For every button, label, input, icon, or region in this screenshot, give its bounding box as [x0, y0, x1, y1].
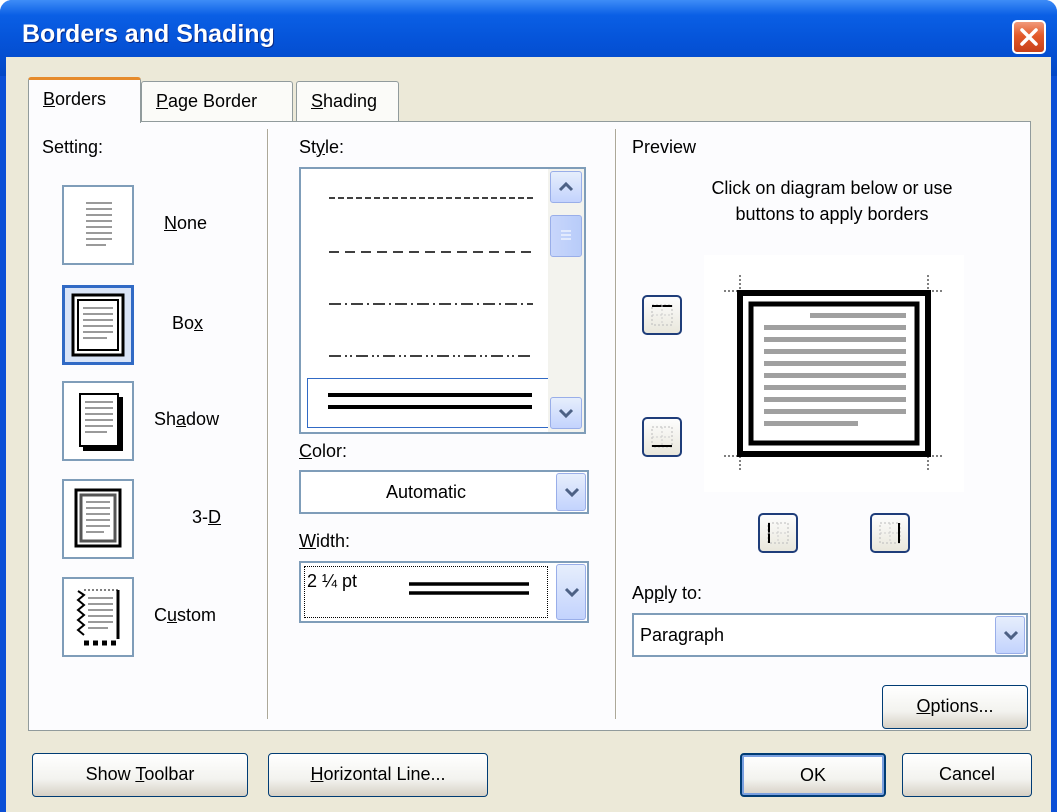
options-button[interactable]: Options... — [882, 685, 1028, 729]
border-top-icon — [651, 304, 673, 326]
ok-button[interactable]: OK — [740, 753, 886, 797]
close-icon — [1020, 28, 1038, 46]
horizontal-line-button[interactable]: Horizontal Line... — [268, 753, 488, 797]
setting-none-icon — [86, 202, 112, 246]
setting-shadow-icon — [79, 393, 123, 451]
color-dropdown-button[interactable] — [556, 473, 586, 511]
setting-shadow-tile[interactable] — [62, 381, 134, 461]
style-dashed-long[interactable] — [329, 249, 533, 255]
preview-hint: Click on diagram below or use buttons to… — [711, 178, 953, 224]
show-toolbar-button[interactable]: Show Toolbar — [32, 753, 248, 797]
setting-box-label[interactable]: Box — [172, 313, 203, 334]
style-double-line — [328, 393, 532, 409]
tab-page-border[interactable]: Page Border — [141, 81, 293, 123]
window-title: Borders and Shading — [22, 20, 275, 48]
border-right-icon — [879, 522, 901, 544]
width-label: Width: — [299, 531, 351, 551]
grip-icon — [561, 230, 571, 240]
color-label: Color: — [299, 441, 348, 461]
dialog-window: Borders and Shading Borders Page Border … — [0, 0, 1057, 812]
dialog-client: Borders Page Border Shading Setting: Non… — [6, 57, 1051, 812]
width-double-line — [409, 582, 529, 595]
style-dash-dot-dot[interactable] — [329, 353, 533, 359]
style-label: Style: — [299, 137, 345, 157]
border-bottom-icon — [651, 426, 673, 448]
setting-shadow-label[interactable]: Shadow — [154, 409, 219, 430]
tab-shading[interactable]: Shading — [296, 81, 399, 123]
setting-custom-tile[interactable] — [62, 577, 134, 657]
preview-diagram[interactable] — [704, 255, 964, 492]
chevron-down-icon — [564, 487, 580, 498]
setting-3d-icon — [74, 488, 122, 548]
style-double-selected[interactable] — [307, 378, 549, 428]
style-dashed-short[interactable] — [329, 195, 533, 201]
left-border-button[interactable] — [758, 513, 798, 553]
close-button[interactable] — [1012, 20, 1046, 54]
setting-none-tile[interactable] — [62, 185, 134, 265]
preview-border-drawing — [724, 275, 944, 472]
apply-to-dropdown-button[interactable] — [995, 616, 1025, 654]
setting-custom-icon — [76, 589, 120, 646]
chevron-up-icon — [558, 181, 574, 192]
chevron-down-icon — [1003, 630, 1019, 641]
cancel-button[interactable]: Cancel — [902, 753, 1032, 797]
chevron-down-icon — [564, 587, 580, 598]
setting-box-icon — [71, 293, 125, 357]
divider — [267, 129, 269, 719]
setting-label: Setting: — [42, 137, 104, 157]
border-left-icon — [767, 522, 789, 544]
width-dropdown[interactable]: 2 ¼ pt — [299, 561, 589, 623]
preview-label: Preview — [632, 137, 697, 157]
setting-3d-label[interactable]: 3-D — [192, 507, 221, 528]
width-dropdown-button[interactable] — [556, 564, 586, 620]
scroll-thumb[interactable] — [550, 215, 582, 257]
setting-box-tile[interactable] — [62, 285, 134, 365]
width-focus-field: 2 ¼ pt — [304, 566, 548, 618]
scroll-down-button[interactable] — [550, 397, 582, 429]
bottom-border-button[interactable] — [642, 417, 682, 457]
divider — [615, 129, 617, 719]
style-scrollbar[interactable] — [548, 169, 584, 432]
right-border-button[interactable] — [870, 513, 910, 553]
width-value: 2 ¼ pt — [307, 571, 358, 591]
style-dash-dot[interactable] — [329, 301, 533, 307]
apply-to-label: Apply to: — [632, 583, 703, 603]
top-border-button[interactable] — [642, 295, 682, 335]
setting-custom-label[interactable]: Custom — [154, 605, 216, 626]
color-value: Automatic — [385, 482, 467, 502]
style-listbox[interactable] — [299, 167, 586, 434]
color-dropdown[interactable]: Automatic — [299, 470, 589, 514]
tab-borders[interactable]: Borders — [28, 77, 141, 123]
apply-to-dropdown[interactable]: Paragraph — [632, 613, 1028, 657]
chevron-down-icon — [558, 408, 574, 419]
apply-to-value: Paragraph — [640, 625, 725, 645]
scroll-up-button[interactable] — [550, 171, 582, 203]
setting-3d-tile[interactable] — [62, 479, 134, 559]
setting-none-label[interactable]: None — [164, 213, 207, 234]
